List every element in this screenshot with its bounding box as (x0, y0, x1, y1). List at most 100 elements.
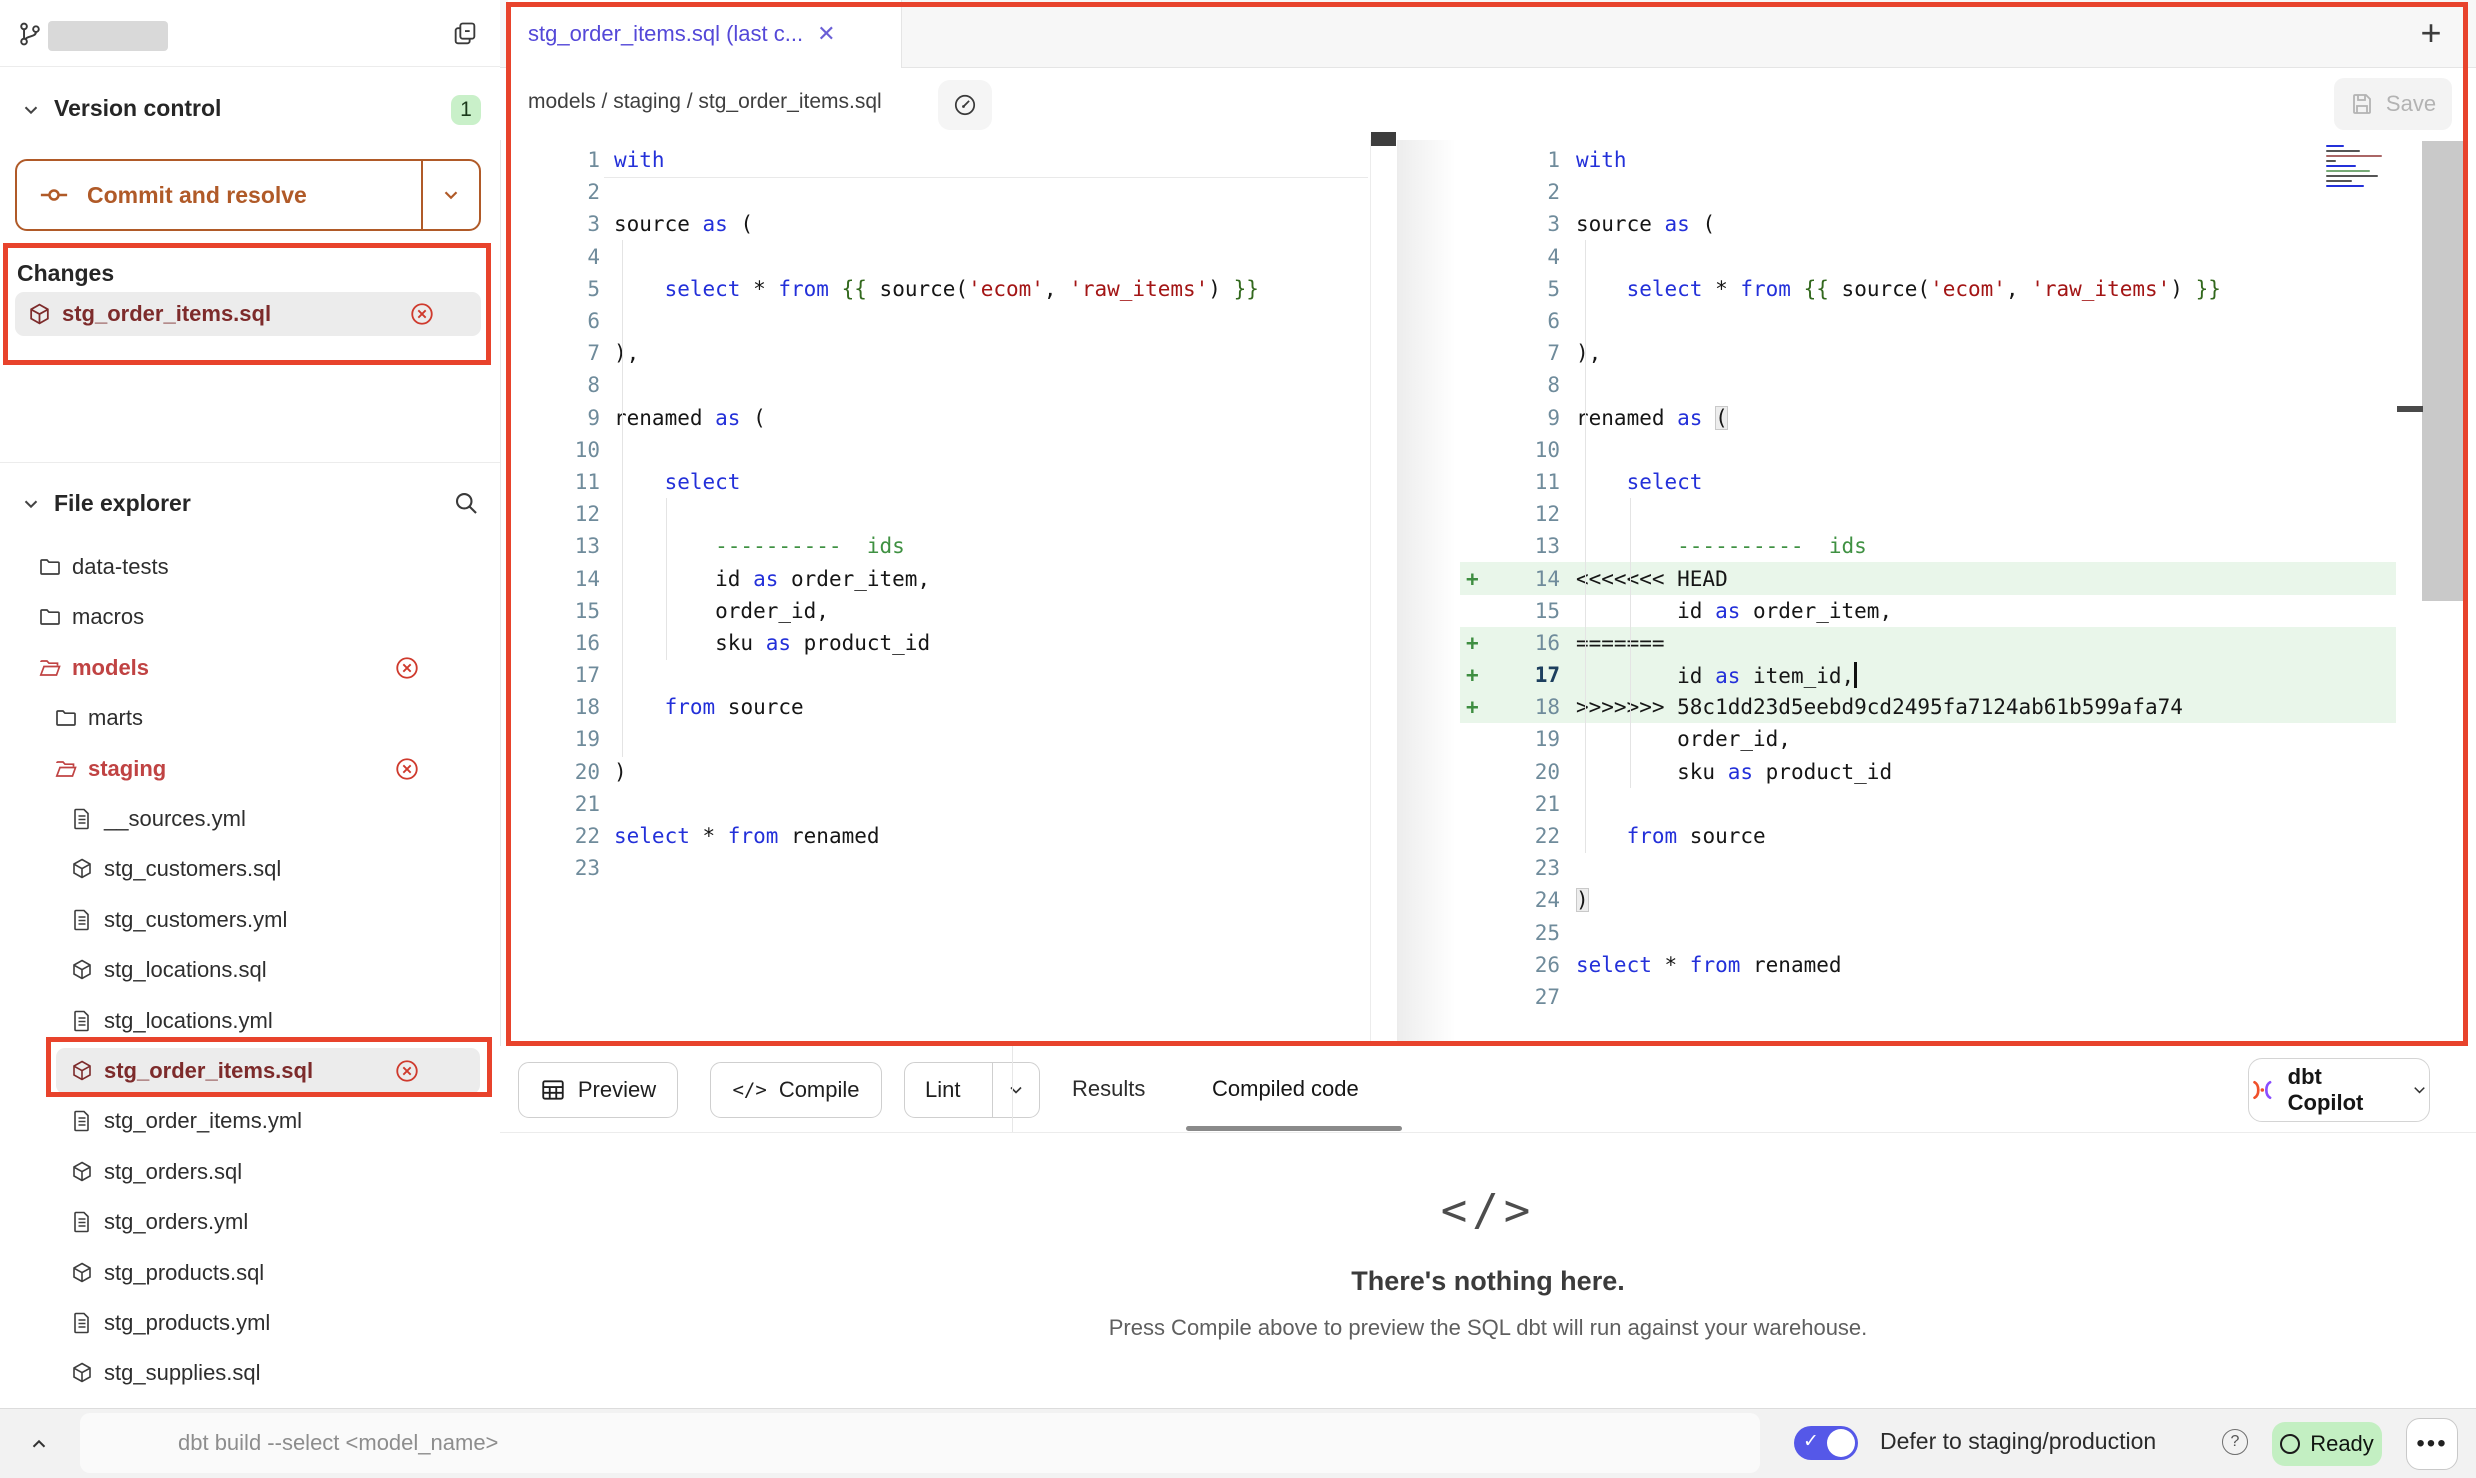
changed-file-row[interactable]: stg_order_items.sql (15, 292, 481, 336)
lineage-icon[interactable] (938, 80, 992, 130)
save-label: Save (2386, 91, 2436, 117)
changes-section-label: Changes (17, 260, 114, 287)
version-control-chevron-icon[interactable] (20, 99, 42, 121)
file-item-stg-products-sql[interactable]: stg_products.sql (0, 1252, 500, 1294)
compile-button[interactable]: </> Compile (710, 1062, 882, 1118)
code-line: 18 from source (508, 691, 1370, 723)
tab-results[interactable]: Results (1072, 1046, 1145, 1132)
defer-toggle[interactable]: ✓ (1794, 1426, 1858, 1460)
command-input[interactable]: dbt build --select <model_name> (80, 1413, 1760, 1473)
file-icon (70, 1210, 94, 1234)
code-line: 21 (1460, 788, 2396, 820)
file-item-label: stg_order_items.sql (104, 1058, 313, 1084)
save-button[interactable]: Save (2334, 78, 2452, 130)
defer-label: Defer to staging/production (1880, 1428, 2156, 1455)
file-item-label: stg_customers.yml (104, 907, 287, 933)
file-item-label: stg_supplies.sql (104, 1360, 261, 1386)
table-icon (540, 1077, 566, 1103)
editor-toolbar: Preview </> Compile Lint Results Compile… (500, 1046, 2476, 1133)
copy-icon[interactable] (451, 20, 479, 48)
commit-dropdown-button[interactable] (421, 161, 479, 229)
status-ring-icon (2280, 1434, 2300, 1454)
file-item-stg-locations-yml[interactable]: stg_locations.yml (0, 1000, 500, 1042)
empty-state-subtitle: Press Compile above to preview the SQL d… (500, 1315, 2476, 1341)
code-line: 11 select (1460, 466, 2396, 498)
discard-change-icon[interactable] (394, 655, 420, 681)
file-item-label: stg_products.yml (104, 1310, 270, 1336)
status-badge-ready[interactable]: Ready (2272, 1422, 2382, 1466)
more-options-button[interactable]: ••• (2406, 1418, 2458, 1470)
model-icon (70, 1261, 94, 1285)
compile-label: Compile (779, 1077, 860, 1103)
code-line: 16 sku as product_id (508, 627, 1370, 659)
file-item-stg-orders-yml[interactable]: stg_orders.yml (0, 1201, 500, 1243)
new-tab-button[interactable]: + (2408, 10, 2454, 56)
editor-scrollbar[interactable] (2422, 141, 2468, 601)
tab-stg-order-items[interactable]: stg_order_items.sql (last c... ✕ (508, 0, 902, 68)
file-item-stg-customers-yml[interactable]: stg_customers.yml (0, 899, 500, 941)
file-icon (70, 807, 94, 831)
file-item-stg-customers-sql[interactable]: stg_customers.sql (0, 848, 500, 890)
code-line: 2 (508, 176, 1370, 208)
pane-divider[interactable] (1370, 140, 1371, 1046)
code-pane-original[interactable]: 1with23source as (45 select * from {{ so… (508, 140, 1370, 1046)
model-icon (70, 1059, 94, 1083)
file-item-marts[interactable]: marts (0, 697, 500, 739)
file-item-models[interactable]: models (0, 647, 500, 689)
indent-guide (1630, 498, 1631, 788)
file-icon (70, 1009, 94, 1033)
file-item-data-tests[interactable]: data-tests (0, 546, 500, 588)
chevron-down-icon (2410, 1080, 2429, 1100)
file-item-stg-products-yml[interactable]: stg_products.yml (0, 1302, 500, 1344)
code-line: 7), (1460, 337, 2396, 369)
code-line: 20) (508, 756, 1370, 788)
code-line: 22select * from renamed (508, 820, 1370, 852)
model-icon (70, 857, 94, 881)
model-icon (70, 958, 94, 982)
results-panel: </> There's nothing here. Press Compile … (500, 1133, 2476, 1408)
file-item-stg-order-items-sql[interactable]: stg_order_items.sql (0, 1050, 500, 1092)
tab-compiled-code[interactable]: Compiled code (1212, 1046, 1359, 1132)
code-line: 25 (1460, 917, 2396, 949)
preview-button[interactable]: Preview (518, 1062, 678, 1118)
code-line: 8 (508, 369, 1370, 401)
file-item-staging[interactable]: staging (0, 748, 500, 790)
folder-icon (38, 555, 62, 579)
diff-scroll-marker (1371, 132, 1396, 146)
commit-and-resolve-button[interactable]: Commit and resolve (15, 159, 481, 231)
ready-label: Ready (2310, 1431, 2374, 1457)
code-line: 1with (508, 144, 1370, 176)
minimap[interactable] (2326, 142, 2392, 208)
help-icon[interactable]: ? (2222, 1429, 2248, 1455)
dbt-copilot-button[interactable]: dbt Copilot (2248, 1058, 2430, 1122)
folder-open-icon (54, 757, 78, 781)
file-item-macros[interactable]: macros (0, 596, 500, 638)
code-pane-current[interactable]: 1with23source as (45 select * from {{ so… (1460, 140, 2396, 1046)
lint-button[interactable]: Lint (904, 1062, 1040, 1118)
discard-change-icon[interactable] (394, 756, 420, 782)
code-line: 4 (1460, 241, 2396, 273)
changed-file-name: stg_order_items.sql (62, 301, 271, 327)
file-item-stg-locations-sql[interactable]: stg_locations.sql (0, 949, 500, 991)
tab-close-icon[interactable]: ✕ (817, 21, 835, 47)
file-item---sources-yml[interactable]: __sources.yml (0, 798, 500, 840)
git-branch-icon[interactable] (17, 21, 43, 47)
search-icon[interactable] (452, 489, 480, 517)
lint-dropdown-button[interactable] (992, 1063, 1039, 1117)
discard-change-icon[interactable] (394, 1058, 420, 1084)
code-line-added: +17 id as item_id, (1460, 659, 2396, 691)
code-line: 5 select * from {{ source('ecom', 'raw_i… (508, 273, 1370, 305)
file-explorer-chevron-icon[interactable] (20, 493, 42, 515)
tab-label: stg_order_items.sql (last c... (528, 21, 803, 47)
code-line: 20 sku as product_id (1460, 756, 2396, 788)
empty-state-title: There's nothing here. (500, 1266, 2476, 1297)
file-item-stg-supplies-sql[interactable]: stg_supplies.sql (0, 1352, 500, 1394)
discard-change-icon[interactable] (409, 301, 435, 327)
indent-guide (1585, 240, 1586, 853)
file-item-stg-orders-sql[interactable]: stg_orders.sql (0, 1151, 500, 1193)
expand-panel-icon[interactable] (26, 1433, 52, 1455)
indent-guide (622, 240, 623, 757)
copilot-label: dbt Copilot (2288, 1064, 2398, 1116)
file-item-stg-order-items-yml[interactable]: stg_order_items.yml (0, 1100, 500, 1142)
code-line: 6 (1460, 305, 2396, 337)
